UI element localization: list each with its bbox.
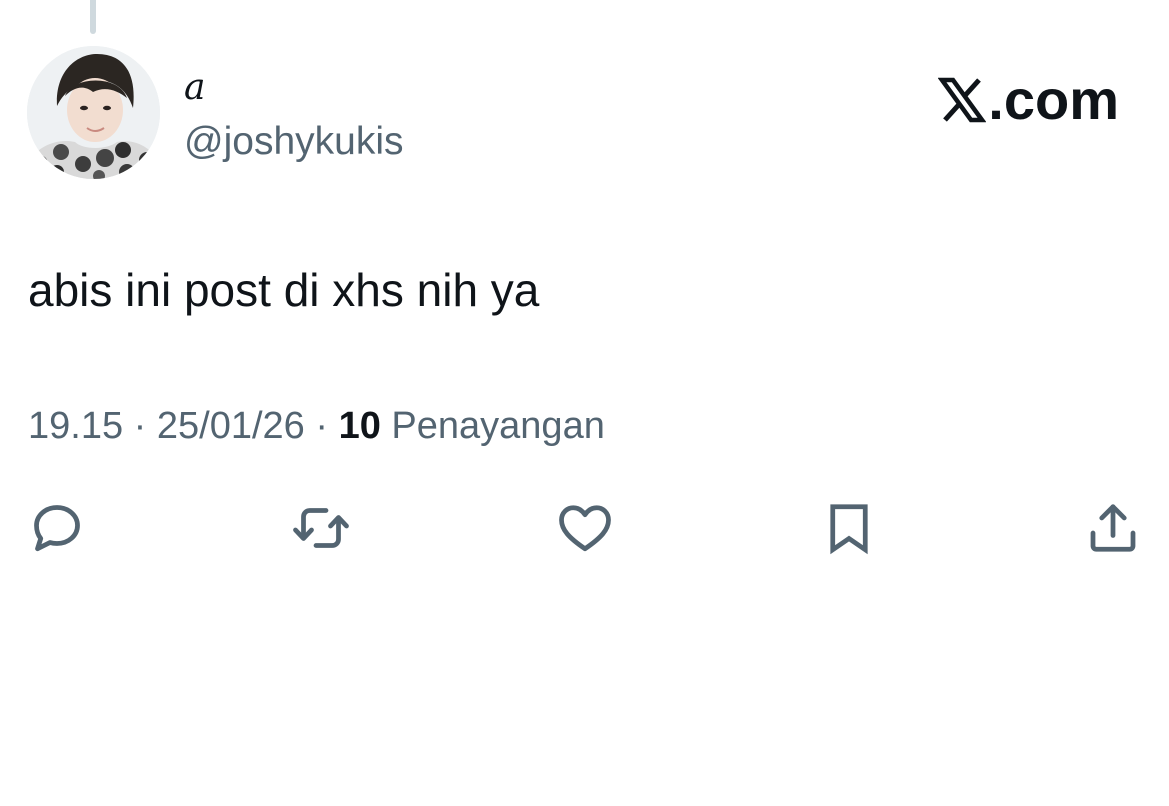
like-button[interactable] — [553, 496, 617, 560]
reply-button[interactable] — [25, 496, 89, 560]
repost-icon — [293, 508, 349, 548]
share-icon — [1090, 504, 1136, 552]
avatar-image — [27, 46, 160, 179]
brand-domain: .com — [988, 68, 1119, 131]
author-display-name[interactable]: 𝑎 — [184, 66, 205, 110]
share-button[interactable] — [1081, 496, 1145, 560]
post-meta: 19.15 · 25/01/26 · 10 Penayangan — [28, 402, 605, 450]
views-label[interactable]: Penayangan — [391, 405, 604, 447]
repost-button[interactable] — [289, 496, 353, 560]
thread-connector-line — [90, 0, 96, 34]
meta-separator: · — [315, 405, 329, 447]
post-text: abis ini post di xhs nih ya — [28, 264, 540, 316]
bookmark-icon — [830, 504, 868, 555]
heart-icon — [559, 505, 611, 552]
meta-separator: · — [133, 405, 147, 447]
avatar[interactable] — [27, 46, 160, 179]
brand-mark: .com — [938, 68, 1119, 132]
action-bar — [0, 496, 1169, 560]
x-logo-icon — [938, 76, 987, 124]
post-time[interactable]: 19.15 — [28, 405, 123, 447]
author-handle[interactable]: @joshykukis — [184, 118, 404, 166]
post-date[interactable]: 25/01/26 — [157, 405, 305, 447]
views-count[interactable]: 10 — [339, 405, 381, 447]
bookmark-button[interactable] — [817, 496, 881, 560]
reply-icon — [34, 505, 80, 552]
